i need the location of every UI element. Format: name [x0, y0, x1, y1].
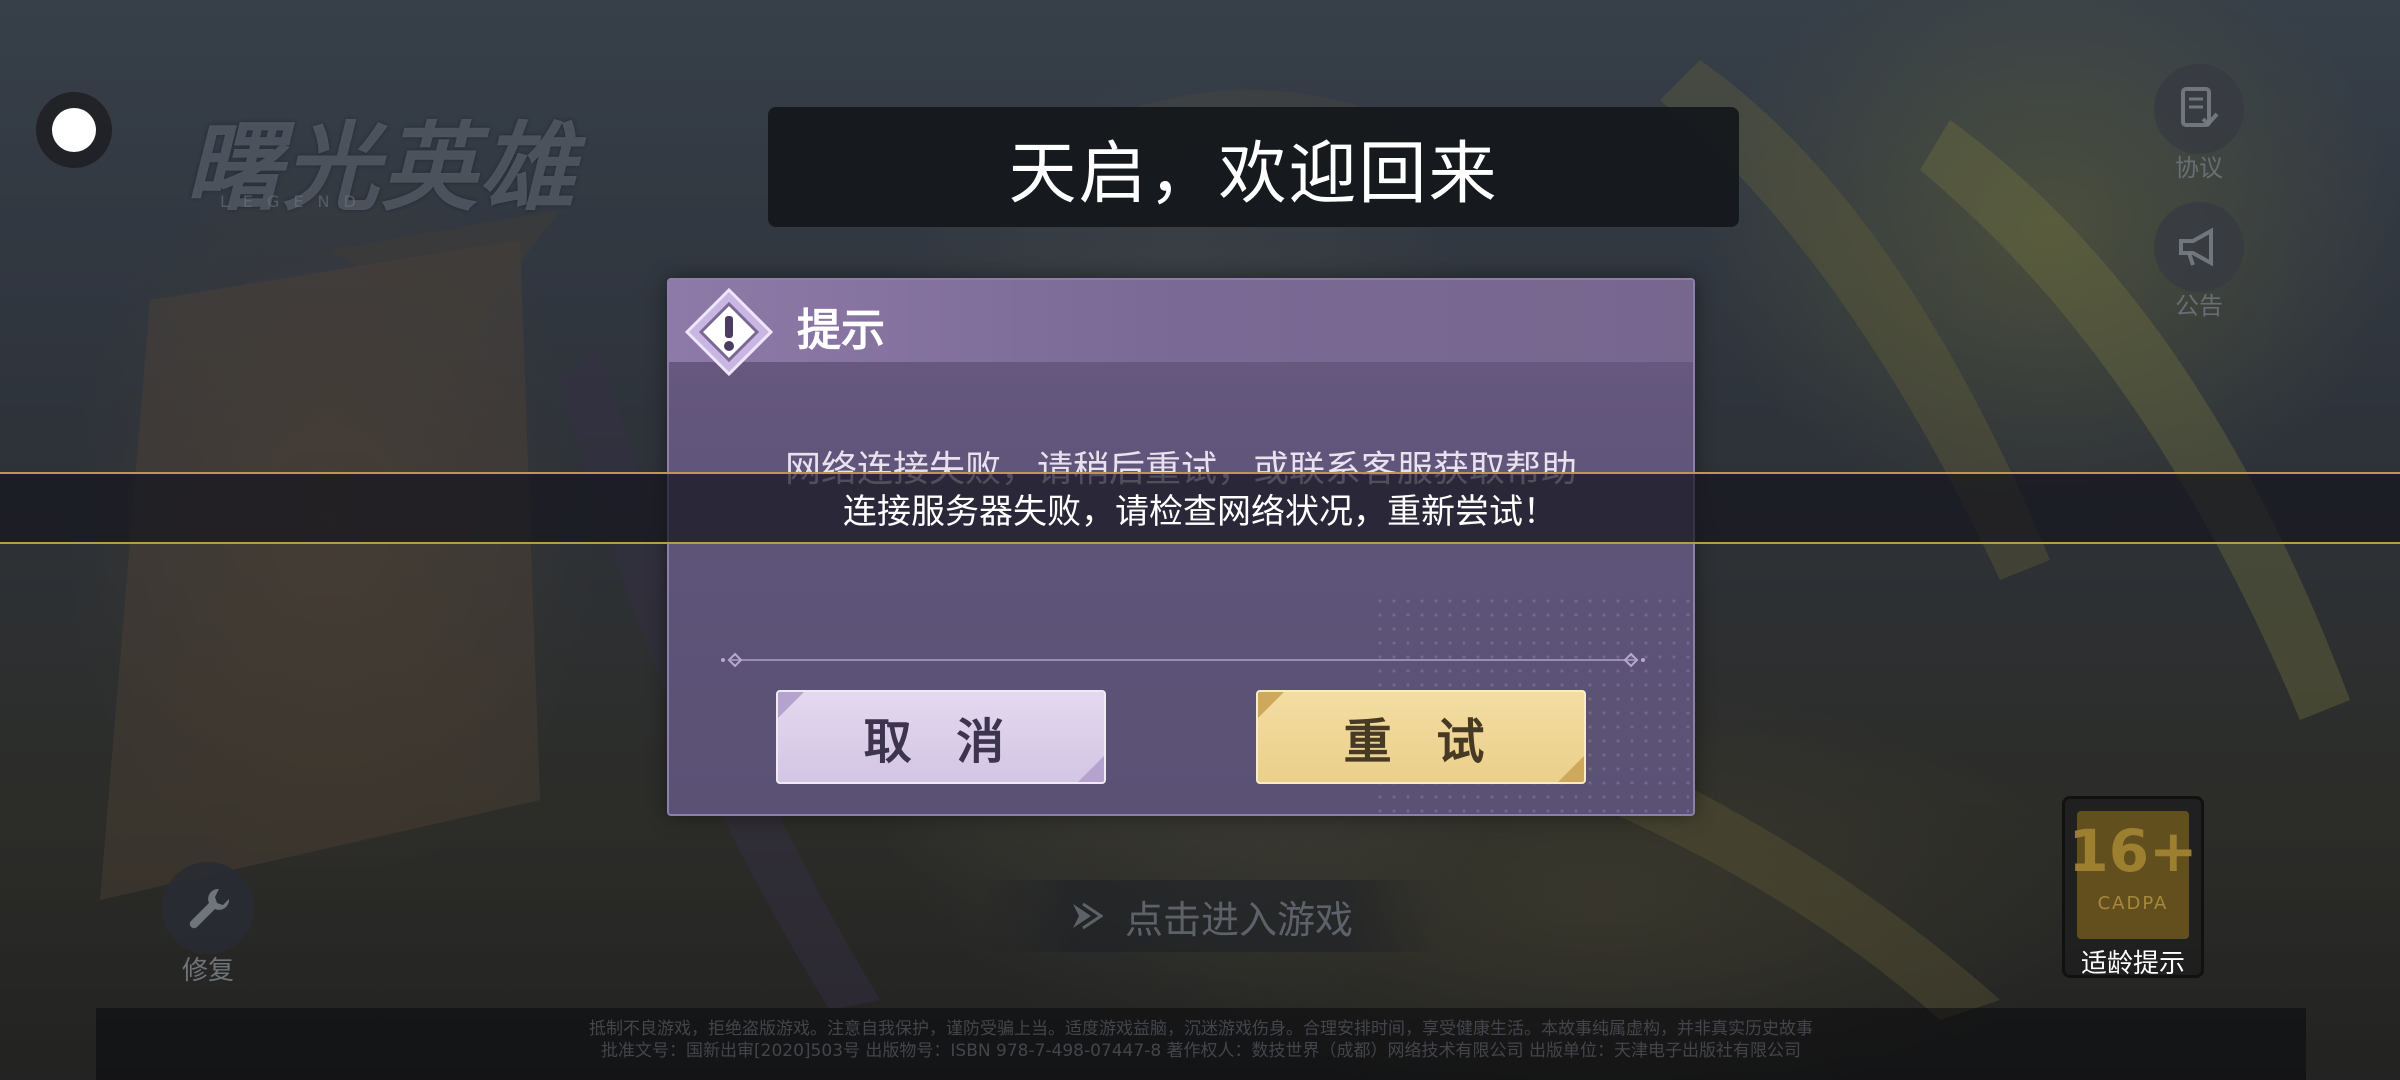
welcome-banner: 天启，欢迎回来 — [768, 107, 1739, 227]
dialog-divider — [721, 652, 1645, 668]
floating-assist-button[interactable] — [36, 92, 112, 168]
megaphone-icon — [2154, 202, 2244, 292]
enter-game-button[interactable]: 点击进入游戏 — [980, 880, 1440, 952]
agreement-button[interactable]: 协议 — [2149, 64, 2249, 183]
connection-error-toast: 连接服务器失败，请检查网络状况，重新尝试！ — [0, 472, 2400, 544]
repair-label: 修复 — [181, 956, 234, 986]
age-rating-value: 16+ — [2068, 817, 2198, 885]
wrench-icon — [162, 862, 254, 954]
agreement-label: 协议 — [2175, 154, 2223, 182]
age-rating-tip: 适龄提示 — [2080, 949, 2185, 979]
announcement-label: 公告 — [2175, 292, 2223, 320]
cancel-button[interactable]: 取 消 — [776, 690, 1106, 784]
game-logo: 曙光英雄 — [185, 111, 577, 224]
retry-button-label: 重 试 — [1343, 714, 1499, 770]
dialog-title: 提示 — [797, 305, 885, 356]
button-corner-decoration — [1558, 756, 1584, 782]
age-rating-org: CADPA — [2097, 893, 2169, 914]
button-corner-decoration — [778, 692, 804, 718]
arrow-right-icon — [1072, 902, 1103, 930]
announcement-button[interactable]: 公告 — [2149, 202, 2249, 321]
retry-button[interactable]: 重 试 — [1256, 690, 1586, 784]
repair-button[interactable]: 修复 — [158, 862, 258, 987]
legal-footer: 抵制不良游戏，拒绝盗版游戏。注意自我保护，谨防受骗上当。适度游戏益脑，沉迷游戏伤… — [96, 1008, 2306, 1080]
enter-game-label: 点击进入游戏 — [1124, 897, 1353, 942]
assist-dot-icon — [52, 108, 96, 152]
agreement-icon — [2154, 64, 2244, 154]
footer-line-1: 抵制不良游戏，拒绝盗版游戏。注意自我保护，谨防受骗上当。适度游戏益脑，沉迷游戏伤… — [589, 1019, 1813, 1039]
network-error-dialog: 提示 网络连接失败，请稍后重试，或联系客服获取帮助 取 消 重 试 — [667, 278, 1695, 816]
button-corner-decoration — [1258, 692, 1284, 718]
warning-icon — [684, 287, 774, 377]
cancel-button-label: 取 消 — [863, 714, 1019, 770]
age-rating-badge[interactable]: 16+ CADPA 适龄提示 — [2062, 796, 2204, 979]
footer-line-2: 批准文号：国新出审[2020]503号 出版物号：ISBN 978-7-498-… — [601, 1041, 1801, 1061]
button-corner-decoration — [1078, 756, 1104, 782]
game-logo-subtitle: LEGEND — [220, 192, 370, 211]
